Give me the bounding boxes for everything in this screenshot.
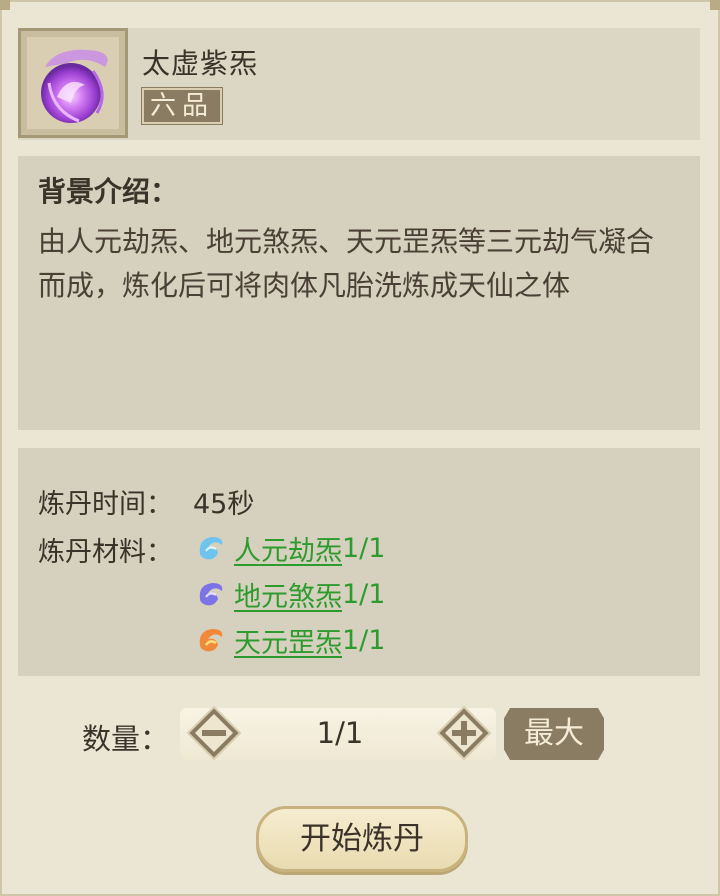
description-title: 背景介绍： xyxy=(38,175,179,208)
material-count: 1/1 xyxy=(342,578,386,610)
quantity-label: 数量： xyxy=(82,722,170,756)
refine-time-label: 炼丹时间： xyxy=(38,489,173,520)
grade-badge: 六品 xyxy=(142,88,222,124)
description-body: 由人元劫炁、地元煞炁、天元罡炁等三元劫气凝合而成，炼化后可将肉体凡胎洗炼成天仙之… xyxy=(38,225,655,302)
max-quantity-button[interactable]: 最大 xyxy=(504,708,604,760)
refine-time-value: 45秒 xyxy=(193,489,255,520)
material-name-link[interactable]: 天元罡炁 xyxy=(234,621,342,660)
minus-icon xyxy=(202,730,226,736)
material-item[interactable]: 地元煞炁 1/1 xyxy=(194,574,385,614)
blue-qi-icon xyxy=(199,537,223,560)
item-name: 太虚紫炁 xyxy=(142,47,259,80)
material-item[interactable]: 天元罡炁 1/1 xyxy=(194,620,385,660)
material-item[interactable]: 人元劫炁 1/1 xyxy=(194,528,385,568)
material-name-link[interactable]: 地元煞炁 xyxy=(234,575,342,614)
material-count: 1/1 xyxy=(342,532,386,564)
materials-label: 炼丹材料： xyxy=(38,537,173,568)
plus-button[interactable] xyxy=(436,705,492,761)
purple-qi-icon xyxy=(199,583,223,606)
item-icon-frame xyxy=(18,28,128,138)
start-refine-button[interactable]: 开始炼丹 xyxy=(256,806,468,872)
frame-corner xyxy=(0,0,10,10)
quantity-value: 1/1 xyxy=(316,716,364,750)
frame-corner xyxy=(710,0,720,10)
minus-button[interactable] xyxy=(186,705,242,761)
purple-qi-orb-icon xyxy=(27,37,119,129)
material-name-link[interactable]: 人元劫炁 xyxy=(234,529,342,568)
fire-qi-icon xyxy=(199,629,223,652)
material-count: 1/1 xyxy=(342,624,386,656)
